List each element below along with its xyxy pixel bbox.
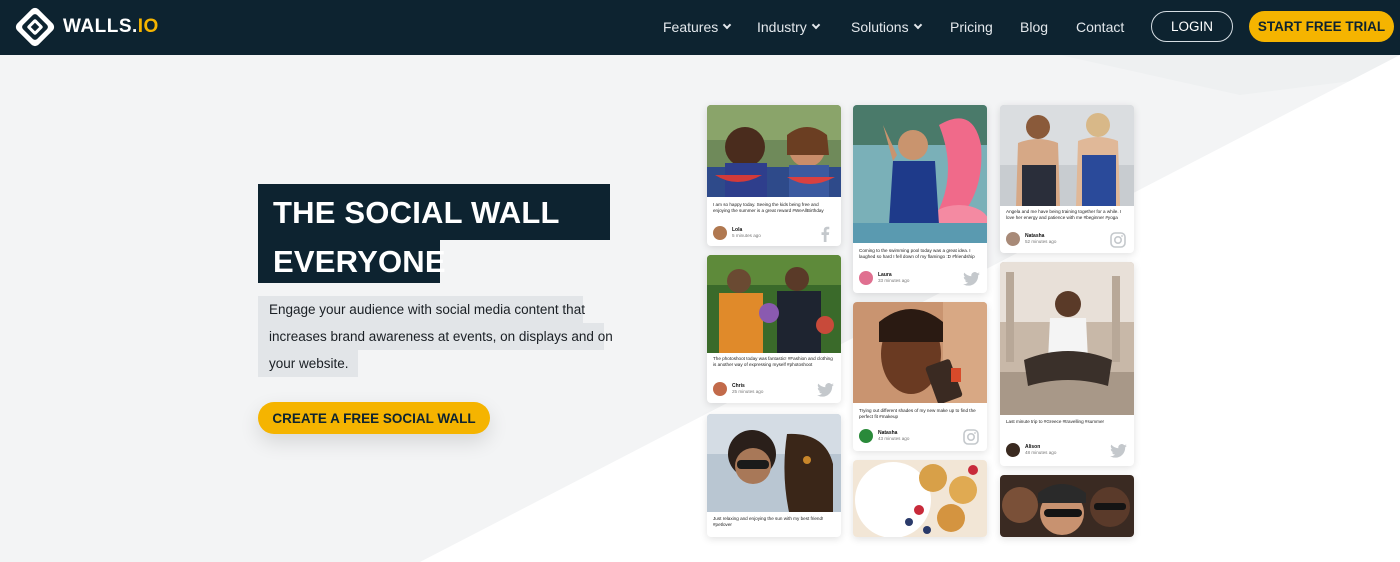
- social-post-card[interactable]: [853, 460, 987, 537]
- chevron-down-icon: [913, 20, 922, 30]
- start-free-trial-button[interactable]: START FREE TRIAL: [1249, 11, 1394, 42]
- nav-item-label: Contact: [1076, 19, 1125, 35]
- nav-item-industry[interactable]: Industry: [757, 19, 821, 35]
- post-image-person-with-dog: [707, 414, 841, 512]
- hero-diagonal-shape: [0, 55, 1400, 562]
- logo-tld: IO: [137, 16, 159, 37]
- social-post-card[interactable]: Just relaxing and enjoying the sun with …: [707, 414, 841, 537]
- post-image-pancakes-berries: [853, 460, 987, 537]
- top-navbar: WALLS.IO Features Industry Solutions Pri…: [0, 0, 1400, 55]
- post-author: Laura 33 minutes ago: [859, 271, 909, 285]
- nav-item-label: Blog: [1020, 19, 1049, 35]
- post-time: 43 minutes ago: [878, 436, 910, 441]
- facebook-icon: [816, 225, 834, 243]
- post-image-kids-watermelon: [707, 105, 841, 197]
- social-post-card[interactable]: [1000, 475, 1134, 537]
- avatar: [859, 429, 873, 443]
- subtext-line-3: your website.: [258, 350, 358, 377]
- post-time: 33 minutes ago: [878, 278, 910, 283]
- post-author: Alison 48 minutes ago: [1006, 443, 1056, 457]
- create-free-social-wall-button[interactable]: CREATE A FREE SOCIAL WALL: [258, 402, 490, 434]
- hero-background: [0, 55, 1400, 562]
- social-post-card[interactable]: Angela and me have being training togeth…: [1000, 105, 1134, 253]
- post-image-man-sitting-greece: [1000, 262, 1134, 415]
- headline-line-2: EVERYONE: [258, 240, 446, 283]
- social-post-card[interactable]: The photoshoot today was fantastic! #Fas…: [707, 255, 841, 403]
- avatar: [859, 271, 873, 285]
- post-image-friends-selfie: [1000, 475, 1134, 537]
- login-button[interactable]: LOGIN: [1151, 11, 1233, 42]
- instagram-icon: [1109, 231, 1127, 249]
- nav-item-features[interactable]: Features: [663, 19, 732, 35]
- post-image-fashion-photoshoot: [707, 255, 841, 353]
- post-author: Natasha 52 minutes ago: [1006, 232, 1056, 246]
- post-text: Trying out different shades of my new ma…: [859, 408, 976, 419]
- chevron-down-icon: [811, 20, 821, 30]
- post-time: 25 minutes ago: [732, 389, 764, 394]
- nav-item-label: Pricing: [950, 19, 993, 35]
- post-text: Angela and me have being training togeth…: [1006, 209, 1122, 220]
- twitter-icon: [816, 381, 834, 399]
- nav-item-blog[interactable]: Blog: [1020, 19, 1048, 35]
- subtext-line-2: increases brand awareness at events, on …: [258, 323, 613, 350]
- social-post-card[interactable]: I am so happy today. Seeing the kids bei…: [707, 105, 841, 246]
- post-time: 48 minutes ago: [1025, 450, 1057, 455]
- subtext-line-1: Engage your audience with social media c…: [258, 296, 585, 323]
- social-post-card[interactable]: Trying out different shades of my new ma…: [853, 302, 987, 451]
- post-author: Lola 5 minutes ago: [713, 226, 761, 240]
- social-post-card[interactable]: Coming to the swimming pool today was a …: [853, 105, 987, 293]
- post-author: Natasha 43 minutes ago: [859, 429, 909, 443]
- post-text: Last minute trip to #Greece #travelling …: [1006, 419, 1105, 424]
- walls-io-logo-icon: [14, 6, 56, 48]
- avatar: [713, 226, 727, 240]
- post-text: I am so happy today. Seeing the kids bei…: [713, 202, 824, 213]
- logo-text: WALLS.: [63, 16, 138, 37]
- nav-item-contact[interactable]: Contact: [1076, 19, 1124, 35]
- post-text: Coming to the swimming pool today was a …: [859, 248, 975, 259]
- post-image-yoga-partners: [1000, 105, 1134, 206]
- headline-line-1: THE SOCIAL WALL FOR: [258, 184, 610, 273]
- post-text: Just relaxing and enjoying the sun with …: [713, 516, 824, 527]
- post-time: 5 minutes ago: [732, 233, 761, 238]
- social-post-card[interactable]: Last minute trip to #Greece #travelling …: [1000, 262, 1134, 466]
- nav-item-solutions[interactable]: Solutions: [851, 19, 922, 35]
- nav-item-pricing[interactable]: Pricing: [950, 19, 993, 35]
- walls-io-logo[interactable]: WALLS.IO: [14, 6, 159, 48]
- avatar: [1006, 232, 1020, 246]
- post-time: 52 minutes ago: [1025, 239, 1057, 244]
- twitter-icon: [962, 270, 980, 288]
- nav-item-label: Features: [663, 19, 719, 35]
- post-author: Chris 25 minutes ago: [713, 382, 763, 396]
- twitter-icon: [1109, 442, 1127, 460]
- nav-item-label: Industry: [757, 19, 807, 35]
- avatar: [1006, 443, 1020, 457]
- chevron-down-icon: [723, 20, 732, 30]
- nav-item-label: Solutions: [851, 19, 909, 35]
- post-image-pool-flamingo: [853, 105, 987, 243]
- post-image-makeup-portrait: [853, 302, 987, 403]
- avatar: [713, 382, 727, 396]
- post-text: The photoshoot today was fantastic! #Fas…: [713, 356, 833, 367]
- instagram-icon: [962, 428, 980, 446]
